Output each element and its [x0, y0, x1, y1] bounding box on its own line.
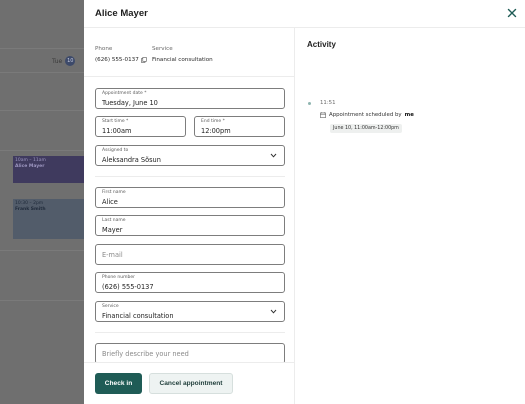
panel-header: Alice Mayer [84, 0, 525, 28]
service-info-label: Service [152, 46, 173, 52]
divider [95, 332, 285, 333]
email-field[interactable]: E-mail [95, 244, 285, 265]
check-in-button[interactable]: Check in [95, 373, 142, 394]
service-value: Financial consultation [102, 312, 174, 320]
appointment-date-field[interactable]: Appointment date * Tuesday, June 10 [95, 88, 285, 109]
calendar-appointment-name: Alice Mayer [15, 164, 45, 170]
activity-entry-detail: June 10, 11:00am-12:00pm [330, 124, 402, 133]
calendar-appointment-time: 10:30 – 2pm [15, 201, 44, 206]
appointment-panel: Alice Mayer Phone (626) 555-0137 Service… [84, 0, 525, 404]
start-time-value: 11:00am [102, 127, 132, 135]
phone-info-value: (626) 555-0137 [95, 57, 139, 63]
panel-title: Alice Mayer [95, 8, 148, 19]
copy-icon[interactable] [140, 57, 147, 63]
assigned-to-value: Aleksandra Sõsun [102, 156, 161, 164]
assigned-to-label: Assigned to [102, 148, 129, 153]
activity-title: Activity [307, 40, 336, 49]
phone-number-value: (626) 555-0137 [102, 283, 154, 291]
start-time-label: Start time * [102, 119, 129, 124]
last-name-field[interactable]: Last name Mayer [95, 215, 285, 236]
calendar-appointment[interactable]: 10:30 – 2pm Frank Smith [13, 199, 84, 239]
phone-info-value-row: (626) 555-0137 [95, 57, 147, 63]
calendar-appointment[interactable]: 10am – 11am Alice Mayer [13, 156, 84, 183]
need-description-placeholder: Briefly describe your need [102, 350, 189, 358]
chevron-down-icon [270, 309, 277, 314]
chevron-down-icon [270, 153, 277, 158]
calendar-gridline [0, 72, 84, 73]
calendar-day-label: Tue [52, 57, 63, 65]
phone-number-field[interactable]: Phone number (626) 555-0137 [95, 272, 285, 293]
last-name-value: Mayer [102, 226, 123, 234]
activity-column: Activity 11:51 Appointment scheduled by … [296, 28, 525, 404]
activity-entry-actor: me [404, 112, 414, 118]
activity-timeline-dot [308, 102, 311, 105]
cancel-appointment-button[interactable]: Cancel appointment [149, 373, 233, 394]
first-name-field[interactable]: First name Alice [95, 187, 285, 208]
service-select[interactable]: Service Financial consultation [95, 301, 285, 322]
calendar-gridline [0, 48, 84, 49]
activity-entry: Appointment scheduled by me [320, 112, 414, 118]
activity-entry-text: Appointment scheduled by [329, 112, 402, 118]
end-time-value: 12:00pm [201, 127, 231, 135]
activity-time: 11:51 [320, 100, 336, 106]
calendar-gridline [0, 150, 84, 151]
end-time-field[interactable]: End time * 12:00pm [194, 116, 285, 137]
calendar-appointment-name: Frank Smith [15, 207, 46, 213]
close-icon[interactable] [506, 7, 518, 19]
calendar-day-number: 10 [65, 56, 76, 66]
phone-number-label: Phone number [102, 275, 135, 280]
appointment-date-label: Appointment date * [102, 91, 147, 96]
service-info-value: Financial consultation [152, 57, 213, 63]
first-name-value: Alice [102, 198, 118, 206]
calendar-icon [320, 112, 326, 118]
calendar-gridline [0, 250, 84, 251]
phone-info: Phone (626) 555-0137 [95, 46, 147, 63]
start-time-field[interactable]: Start time * 11:00am [95, 116, 186, 137]
calendar-gridline [0, 300, 84, 301]
end-time-label: End time * [201, 119, 225, 124]
service-label: Service [102, 304, 119, 309]
service-info: Service Financial consultation [152, 46, 213, 63]
email-placeholder: E-mail [102, 251, 123, 259]
calendar-day-header: Tue 10 [52, 56, 76, 66]
need-description-field[interactable]: Briefly describe your need [95, 343, 285, 364]
first-name-label: First name [102, 190, 126, 195]
phone-info-label: Phone [95, 46, 113, 52]
divider [95, 176, 285, 177]
last-name-label: Last name [102, 218, 126, 223]
calendar-gridline [0, 110, 84, 111]
appointment-form-column: Phone (626) 555-0137 Service Financial c… [84, 28, 295, 404]
assigned-to-select[interactable]: Assigned to Aleksandra Sõsun [95, 145, 285, 166]
panel-footer: Check in Cancel appointment [84, 362, 294, 404]
calendar-appointment-time: 10am – 11am [15, 158, 46, 163]
divider [84, 76, 294, 77]
appointment-date-value: Tuesday, June 10 [102, 99, 158, 107]
